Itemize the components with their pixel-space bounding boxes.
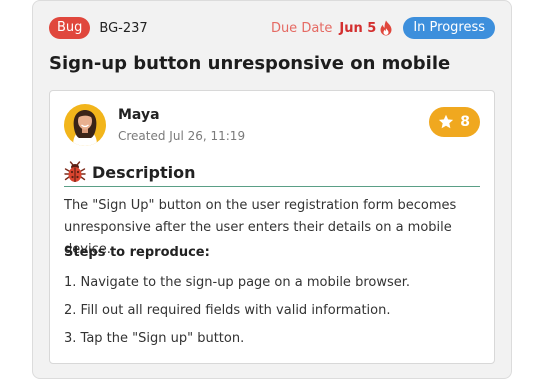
star-icon: [438, 114, 454, 130]
due-date-value: Jun 5: [339, 20, 377, 36]
ticket-id: BG-237: [99, 20, 148, 36]
ticket-title: Sign-up button unresponsive on mobile: [49, 53, 451, 74]
status-badge[interactable]: In Progress: [403, 17, 495, 39]
created-timestamp: Created Jul 26, 11:19: [118, 129, 246, 143]
step-item: 3. Tap the "Sign up" button.: [64, 331, 245, 346]
fire-icon: [379, 20, 393, 36]
author-name[interactable]: Maya: [118, 107, 160, 123]
steps-label: Steps to reproduce:: [64, 245, 210, 260]
step-item: 1. Navigate to the sign-up page on a mob…: [64, 275, 411, 290]
step-item: 2. Fill out all required fields with val…: [64, 303, 391, 318]
due-date-label: Due Date: [270, 20, 333, 36]
type-badge[interactable]: Bug: [49, 17, 91, 39]
bug-icon: [64, 161, 86, 183]
avatar[interactable]: [64, 104, 106, 146]
ticket-detail-panel: Maya Created Jul 26, 11:19 8 Description…: [49, 90, 495, 364]
ticket-card: Bug BG-237 Due Date Jun 5 In Progress Si…: [32, 0, 512, 379]
ticket-header: Bug BG-237 Due Date Jun 5 In Progress: [49, 17, 495, 39]
rating-badge[interactable]: 8: [429, 107, 480, 137]
description-header: Description: [64, 158, 480, 187]
rating-count: 8: [460, 114, 470, 130]
description-heading: Description: [92, 162, 196, 182]
